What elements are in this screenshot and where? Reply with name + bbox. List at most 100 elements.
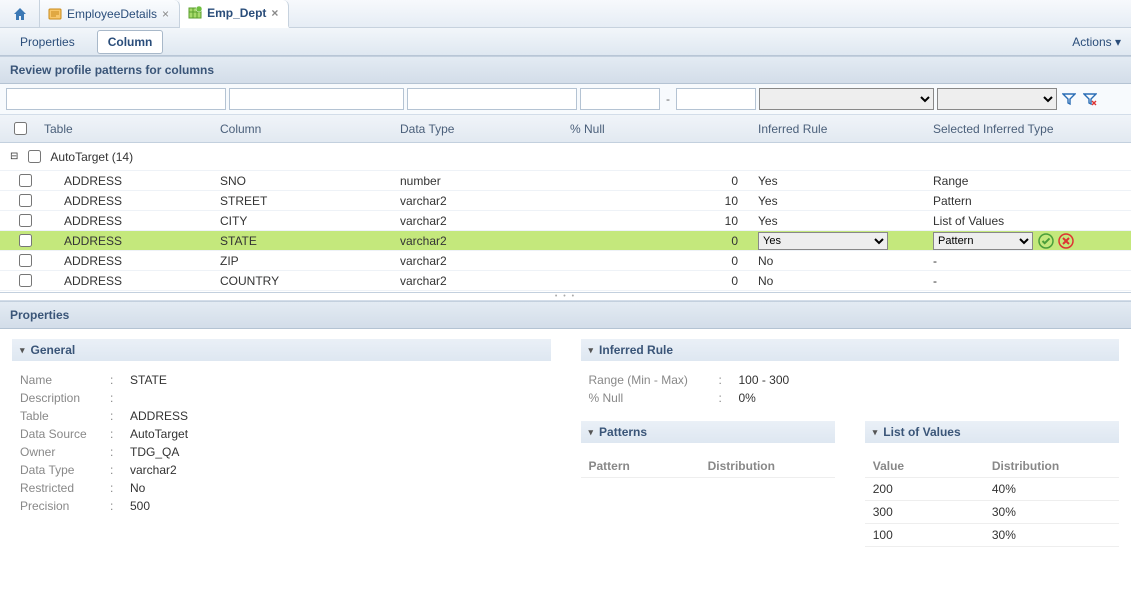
label-owner: Owner (20, 445, 110, 459)
cell-column: STATE (220, 234, 400, 248)
group-row[interactable]: ⊟ AutoTarget (14) (0, 143, 1131, 170)
lov-row: 20040% (865, 478, 1119, 501)
tab-label: EmployeeDetails (67, 7, 157, 21)
label-name: Name (20, 373, 110, 387)
cell-dtype: varchar2 (400, 234, 570, 248)
subtab-properties[interactable]: Properties (10, 31, 85, 53)
col-header-dtype[interactable]: Data Type (400, 122, 570, 136)
value-precision: 500 (130, 499, 150, 513)
splitter-handle[interactable]: • • • (0, 293, 1131, 301)
col-value: Value (873, 459, 992, 473)
cell-null: 0 (570, 234, 750, 248)
col-header-null[interactable]: % Null (570, 122, 750, 136)
row-checkbox[interactable] (19, 174, 32, 187)
filter-clear-icon[interactable] (1081, 90, 1099, 108)
cell-dtype: varchar2 (400, 274, 570, 288)
subtab-column[interactable]: Column (97, 30, 164, 54)
range-dash: - (663, 92, 673, 106)
cell-null: 10 (570, 194, 750, 208)
lov-value: 300 (873, 505, 992, 519)
cancel-icon[interactable] (1057, 232, 1075, 250)
cell-column: COUNTRY (220, 274, 400, 288)
collapse-icon[interactable]: ⊟ (10, 151, 18, 162)
cell-selected: List of Values (933, 214, 1004, 228)
close-icon[interactable]: × (271, 6, 278, 20)
filter-inferred-select[interactable] (759, 88, 934, 110)
cell-column: SNO (220, 174, 400, 188)
col-header-inferred[interactable]: Inferred Rule (750, 122, 925, 136)
table-row[interactable]: ADDRESSSTREETvarchar210YesPattern (0, 190, 1131, 210)
label-description: Description (20, 391, 110, 405)
cell-null: 0 (570, 274, 750, 288)
value-restricted: No (130, 481, 145, 495)
cell-inferred: Yes (758, 194, 778, 208)
cell-table: ADDRESS (40, 274, 220, 288)
general-panel-title[interactable]: General (12, 339, 551, 361)
cell-dtype: varchar2 (400, 254, 570, 268)
table-row[interactable]: ADDRESSSTATEvarchar20YesPattern (0, 230, 1131, 250)
filter-selected-select[interactable] (937, 88, 1057, 110)
filter-table-input[interactable] (6, 88, 226, 110)
value-name: STATE (130, 373, 167, 387)
table-row[interactable]: ADDRESSCITYvarchar210YesList of Values (0, 210, 1131, 230)
table-row[interactable]: ADDRESSSNOnumber0YesRange (0, 170, 1131, 190)
inferred-rule-select[interactable]: Yes (758, 232, 888, 250)
col-header-column[interactable]: Column (220, 122, 400, 136)
filter-null-low-input[interactable] (580, 88, 660, 110)
label-table: Table (20, 409, 110, 423)
home-icon (12, 6, 28, 22)
selected-type-select[interactable]: Pattern (933, 232, 1033, 250)
cell-table: ADDRESS (40, 174, 220, 188)
filter-null-high-input[interactable] (676, 88, 756, 110)
patterns-panel-title[interactable]: Patterns (581, 421, 835, 443)
table-row[interactable]: ADDRESSZIPvarchar20No- (0, 250, 1131, 270)
lov-row: 30030% (865, 501, 1119, 524)
filter-column-input[interactable] (229, 88, 404, 110)
col-distribution: Distribution (992, 459, 1111, 473)
cell-column: CITY (220, 214, 400, 228)
value-table: ADDRESS (130, 409, 188, 423)
inferred-panel-title[interactable]: Inferred Rule (581, 339, 1120, 361)
row-checkbox[interactable] (19, 214, 32, 227)
lov-value: 100 (873, 528, 992, 542)
row-checkbox[interactable] (19, 234, 32, 247)
group-checkbox[interactable] (28, 150, 41, 163)
value-owner: TDG_QA (130, 445, 179, 459)
confirm-icon[interactable] (1037, 232, 1055, 250)
cell-inferred: No (758, 274, 773, 288)
select-all-checkbox[interactable] (14, 122, 27, 135)
cell-dtype: varchar2 (400, 214, 570, 228)
tab-label: Emp_Dept (207, 6, 266, 20)
label-pnull: % Null (589, 391, 719, 405)
lov-dist: 40% (992, 482, 1111, 496)
row-checkbox[interactable] (19, 254, 32, 267)
table-row[interactable]: ADDRESSCOUNTRYvarchar20No- (0, 270, 1131, 290)
col-header-selected[interactable]: Selected Inferred Type (925, 122, 1085, 136)
label-restricted: Restricted (20, 481, 110, 495)
row-checkbox[interactable] (19, 194, 32, 207)
cell-selected: - (933, 254, 937, 268)
value-range: 100 - 300 (739, 373, 790, 387)
cell-inferred: Yes (758, 174, 778, 188)
grid-body[interactable]: ⊟ AutoTarget (14) ADDRESSSNOnumber0YesRa… (0, 143, 1131, 293)
home-button[interactable] (0, 0, 40, 27)
value-pnull: 0% (739, 391, 756, 405)
label-precision: Precision (20, 499, 110, 513)
close-icon[interactable]: × (162, 7, 169, 21)
tab-employee-details[interactable]: EmployeeDetails × (40, 0, 180, 27)
filter-icon[interactable] (1060, 90, 1078, 108)
value-datatype: varchar2 (130, 463, 177, 477)
tab-emp-dept[interactable]: Emp_Dept × (180, 0, 289, 28)
label-datatype: Data Type (20, 463, 110, 477)
lov-dist: 30% (992, 528, 1111, 542)
filter-dtype-input[interactable] (407, 88, 577, 110)
properties-body: General Name:STATE Description: Table:AD… (0, 329, 1131, 567)
label-range: Range (Min - Max) (589, 373, 719, 387)
cell-table: ADDRESS (40, 194, 220, 208)
actions-menu[interactable]: Actions ▾ (1072, 35, 1121, 49)
cell-column: ZIP (220, 254, 400, 268)
row-checkbox[interactable] (19, 274, 32, 287)
section-title: Review profile patterns for columns (0, 56, 1131, 84)
lov-panel-title[interactable]: List of Values (865, 421, 1119, 443)
col-header-table[interactable]: Table (40, 122, 220, 136)
